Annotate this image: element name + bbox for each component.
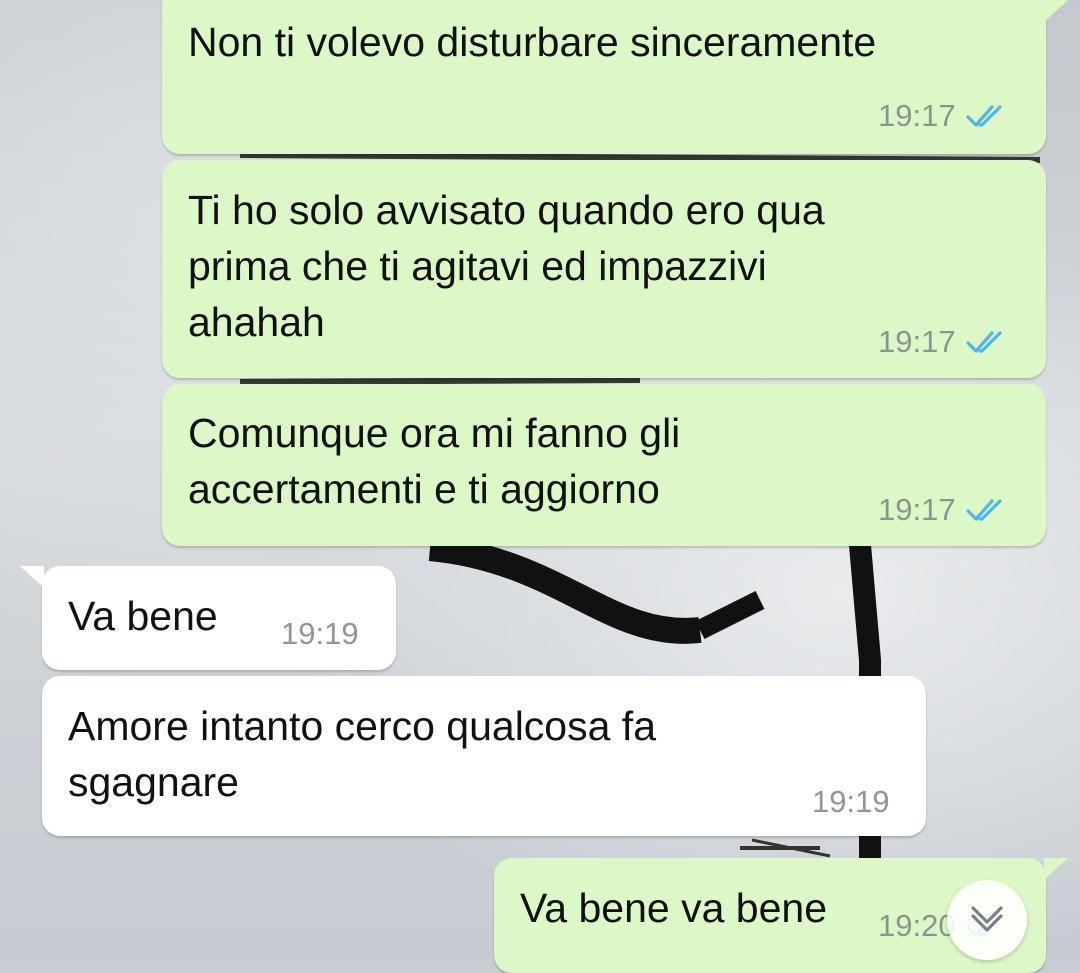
bubble-tail <box>1044 858 1068 880</box>
message-time: 19:19 <box>812 784 890 819</box>
message-meta: 19:17 <box>878 324 1008 360</box>
chevron-down-icon <box>967 898 1007 943</box>
message-text: Va bene va bene <box>520 885 827 931</box>
message-time: 19:20 <box>878 908 956 943</box>
message-text: Comunque ora mi fanno gli accertamenti e… <box>188 410 681 512</box>
message-text: Va bene <box>68 593 218 639</box>
scroll-to-bottom-button[interactable] <box>947 880 1027 960</box>
bubble-tail <box>20 566 44 588</box>
message-time: 19:17 <box>878 324 956 359</box>
message-time: 19:17 <box>878 98 956 133</box>
message-time: 19:19 <box>281 616 359 651</box>
bubble-tail <box>1044 0 1068 22</box>
message-meta: 19:19 <box>281 616 359 652</box>
message-time: 19:17 <box>878 492 956 527</box>
double-check-icon <box>965 103 1008 129</box>
double-check-icon <box>965 497 1008 523</box>
message-text: Non ti volevo disturbare sinceramente <box>188 19 877 65</box>
message-meta: 19:17 <box>878 492 1008 528</box>
message-meta: 19:19 <box>812 784 890 820</box>
message-text: Amore intanto cerco qualcosa fa sgagnare <box>68 703 656 805</box>
message-meta: 19:17 <box>878 98 1008 134</box>
double-check-icon <box>965 329 1008 355</box>
message-text: Ti ho solo avvisato quando ero qua prima… <box>188 187 825 345</box>
